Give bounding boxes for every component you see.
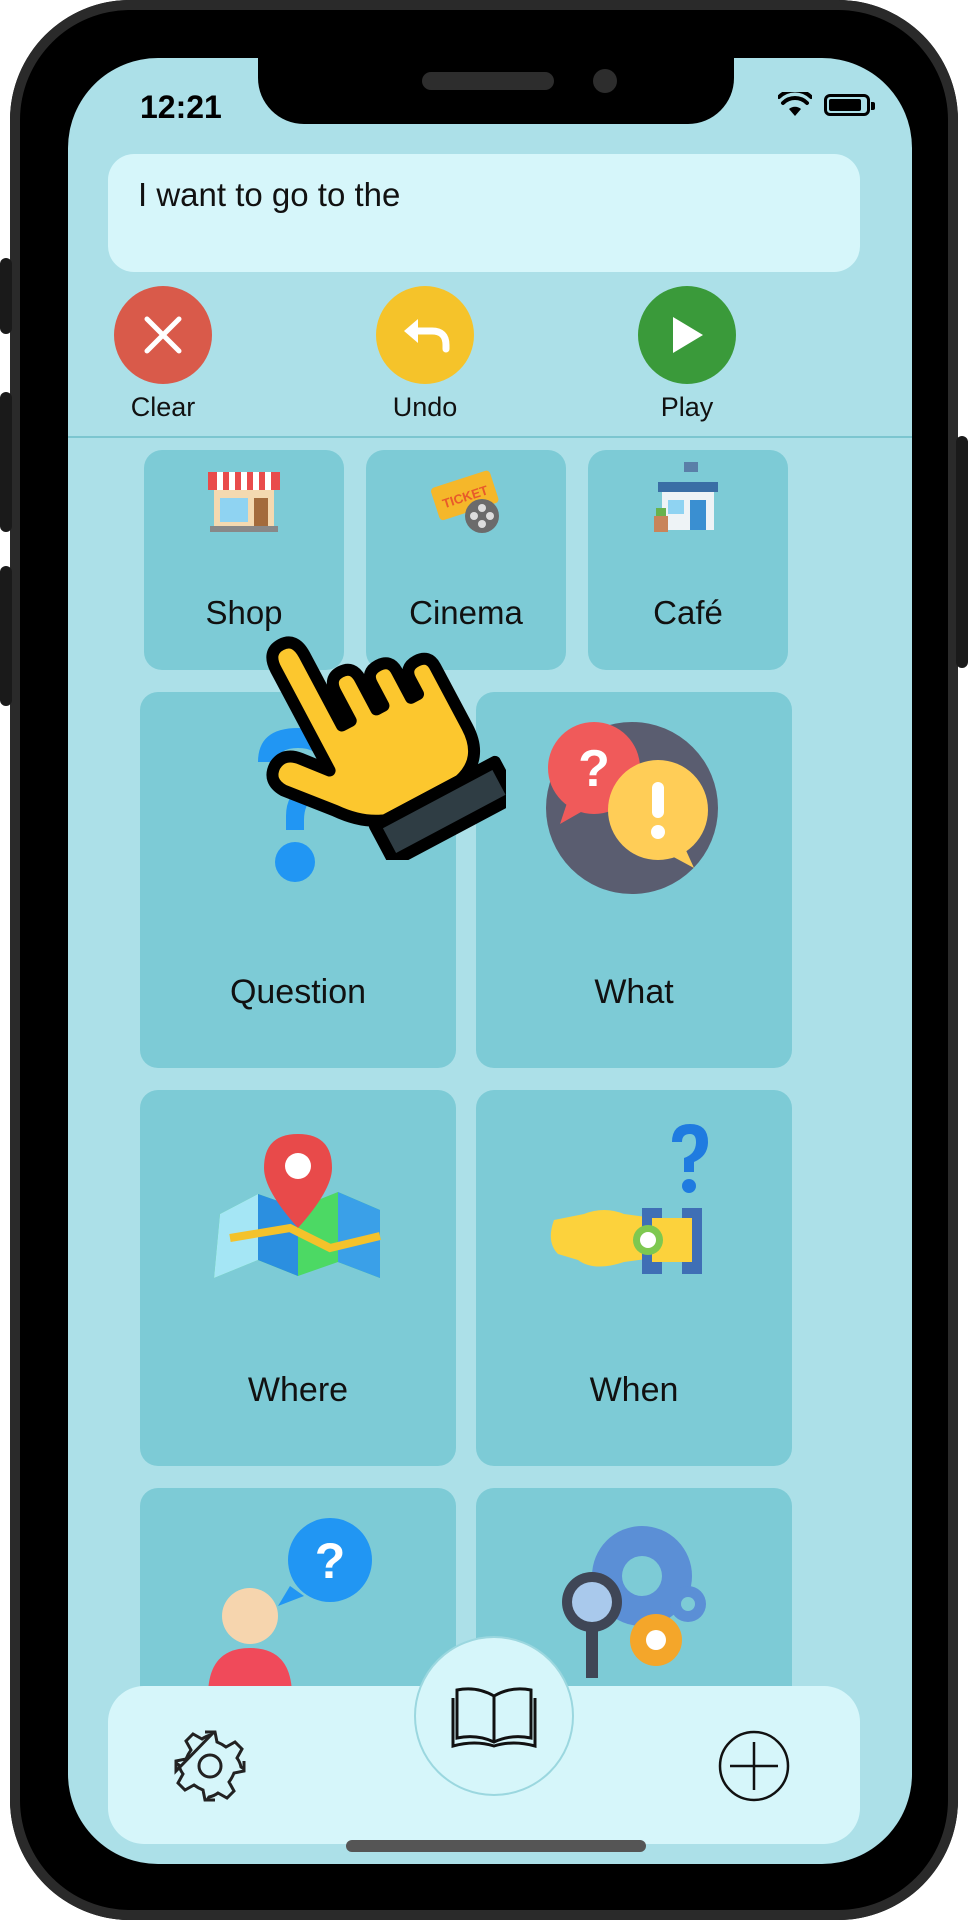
tile-when[interactable]: When [476,1090,792,1466]
front-camera [593,69,617,93]
svg-text:?: ? [578,740,610,798]
volume-down-button [0,566,12,706]
question-exclamation-icon: ? [546,722,718,894]
cafe-icon [654,462,718,532]
map-pin-icon [214,1134,381,1278]
undo-button[interactable]: Undo [360,286,490,423]
home-indicator [346,1840,646,1852]
tile-label: Question [229,973,367,1011]
play-icon [638,286,736,384]
cinema-ticket-icon: TICKET [431,470,499,533]
open-book-icon [451,1687,537,1748]
tile-cafe[interactable]: Café [588,450,788,670]
status-time: 12:21 [140,89,222,125]
wristwatch-question-icon [550,1124,708,1274]
library-button[interactable] [414,1636,574,1796]
clear-button[interactable]: Clear [98,286,228,423]
sentence-strip[interactable]: I want to go to the [108,154,860,272]
tile-label: What [594,973,674,1011]
mute-switch [0,258,12,334]
play-label: Play [660,392,714,422]
power-button [956,436,968,668]
tile-label: When [589,1371,679,1409]
tile-label: Café [653,594,723,631]
wifi-icon [778,92,812,116]
sentence-text: I want to go to the [138,176,401,213]
plus-circle-icon[interactable] [716,1728,792,1804]
notch [258,56,734,124]
play-button[interactable]: Play [622,286,752,423]
clear-label: Clear [130,392,196,422]
tile-where[interactable]: Where [140,1090,456,1466]
app-screen: 12:21 I want to go to the Clear Undo Pla… [68,58,912,1864]
svg-text:?: ? [315,1533,346,1589]
pointing-hand-icon [266,636,506,860]
gear-icon[interactable] [172,1728,248,1804]
battery-icon [824,94,875,116]
tile-what[interactable]: ? What [476,692,792,1068]
undo-arrow-icon [376,286,474,384]
volume-up-button [0,392,12,532]
tile-label: Where [247,1371,349,1409]
phone-frame: 12:21 I want to go to the Clear Undo Pla… [0,0,968,1920]
shop-icon [208,472,280,532]
close-icon [114,286,212,384]
speaker [422,72,554,90]
undo-label: Undo [392,392,458,422]
